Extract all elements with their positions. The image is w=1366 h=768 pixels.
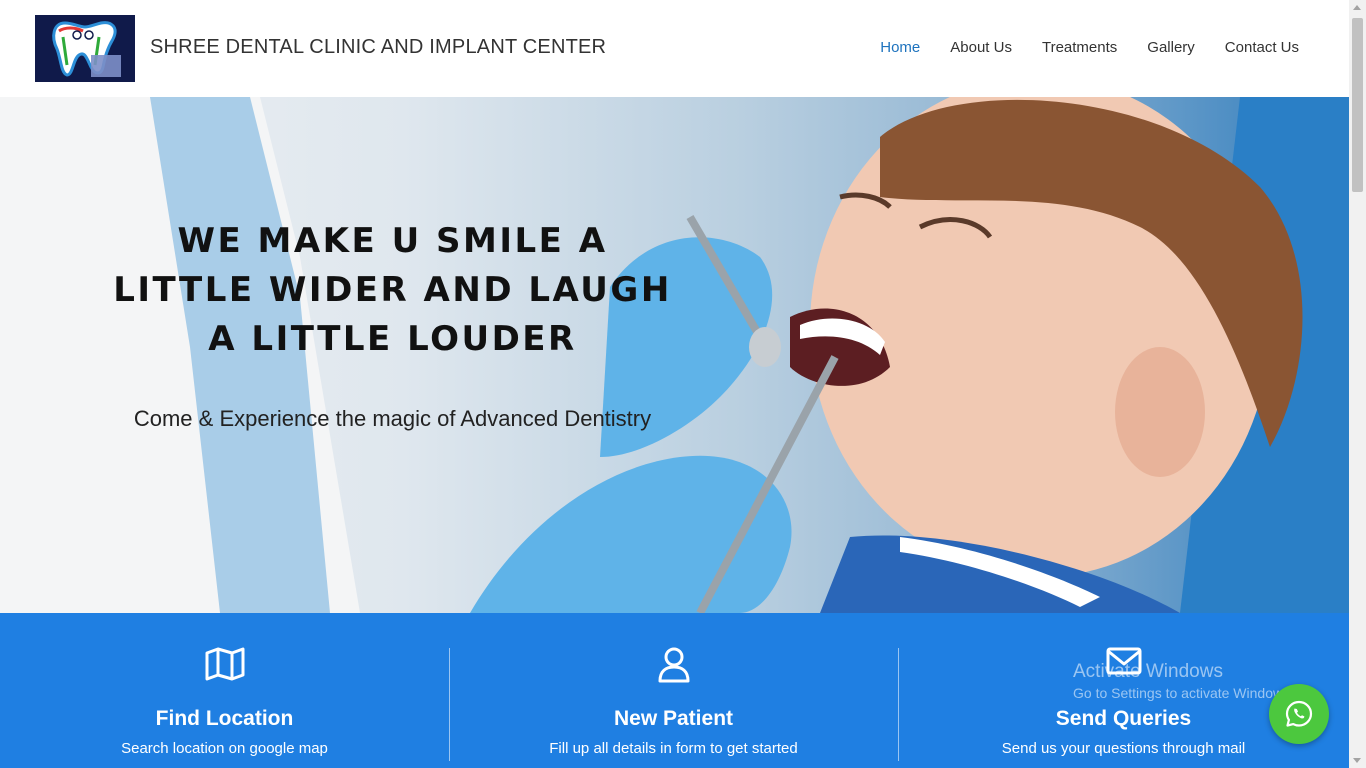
whatsapp-icon <box>1285 700 1313 727</box>
feature-new-patient[interactable]: New Patient Fill up all details in form … <box>449 613 898 768</box>
nav-about-us[interactable]: About Us <box>950 39 1012 56</box>
feature-find-location[interactable]: Find Location Search location on google … <box>0 613 449 768</box>
nav-home[interactable]: Home <box>880 39 920 56</box>
page-scrollbar[interactable] <box>1349 0 1366 768</box>
feature-title: Find Location <box>155 707 294 730</box>
activate-windows-hint: Go to Settings to activate Windows. <box>1073 685 1293 701</box>
feature-description: Fill up all details in form to get start… <box>549 740 798 757</box>
nav-contact-us[interactable]: Contact Us <box>1225 39 1299 56</box>
site-title[interactable]: SHREE DENTAL CLINIC AND IMPLANT CENTER <box>150 36 606 59</box>
feature-description: Send us your questions through mail <box>1001 740 1246 757</box>
scroll-down-icon[interactable] <box>1353 758 1361 763</box>
user-icon <box>658 647 690 688</box>
map-icon <box>205 647 245 686</box>
hero-banner: WE MAKE U SMILE A LITTLE WIDER AND LAUGH… <box>0 97 1349 613</box>
feature-title: New Patient <box>613 707 734 730</box>
tooth-logo-icon[interactable] <box>35 15 135 82</box>
hero-heading: WE MAKE U SMILE A LITTLE WIDER AND LAUGH… <box>113 221 672 359</box>
scrollbar-thumb[interactable] <box>1352 18 1363 192</box>
nav-treatments[interactable]: Treatments <box>1042 39 1117 56</box>
scroll-up-icon[interactable] <box>1353 5 1361 10</box>
hero-subheading: Come & Experience the magic of Advanced … <box>133 406 652 431</box>
site-header: SHREE DENTAL CLINIC AND IMPLANT CENTER H… <box>0 0 1349 97</box>
feature-description: Search location on google map <box>121 740 328 757</box>
main-nav: Home About Us Treatments Gallery Contact… <box>880 39 1299 56</box>
whatsapp-button[interactable] <box>1269 684 1329 744</box>
activate-windows-watermark: Activate Windows <box>1073 661 1223 682</box>
nav-gallery[interactable]: Gallery <box>1147 39 1195 56</box>
